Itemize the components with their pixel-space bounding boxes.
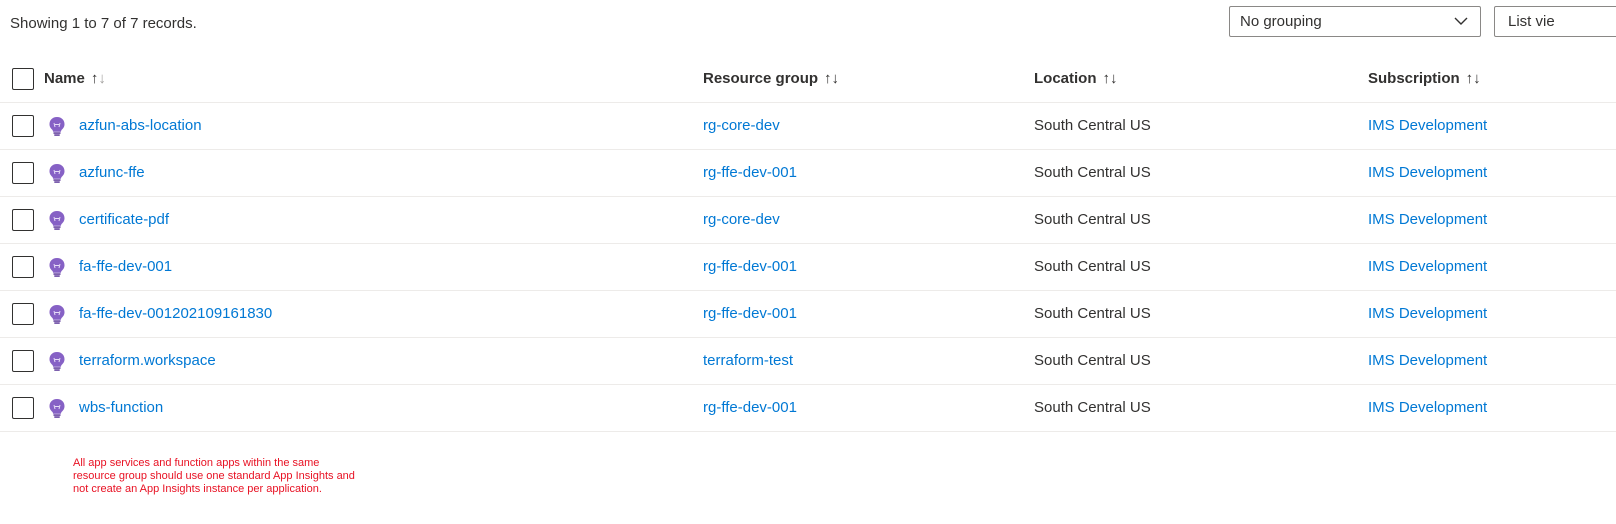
resource-grid: Name ↑↓ Resource group ↑↓ Location ↑↓ Subsc… [0, 56, 1616, 432]
column-header-resource-group-label: Resource group [703, 70, 819, 87]
table-row[interactable]: wbs-function rg-ffe-dev-001 South Centra… [0, 385, 1616, 432]
resource-name-link[interactable]: azfun-abs-location [79, 103, 202, 149]
row-checkbox[interactable] [12, 162, 34, 184]
grouping-selected-value: No grouping [1240, 13, 1322, 30]
row-checkbox[interactable] [12, 303, 34, 325]
subscription-link[interactable]: IMS Development [1368, 150, 1487, 196]
records-count: Showing 1 to 7 of 7 records. [10, 15, 197, 32]
location-text: South Central US [1034, 305, 1151, 322]
app-insights-lightbulb-icon [49, 117, 65, 136]
table-row[interactable]: fa-ffe-dev-001 rg-ffe-dev-001 South Cent… [0, 244, 1616, 291]
annotation-line: resource group should use one standard A… [73, 470, 355, 482]
resource-group-link[interactable]: terraform-test [703, 338, 793, 384]
sort-icon: ↑↓ [90, 70, 106, 87]
location-text: South Central US [1034, 164, 1151, 181]
sort-icon: ↑↓ [1465, 70, 1481, 87]
app-insights-lightbulb-icon [49, 399, 65, 418]
column-header-subscription-label: Subscription [1368, 70, 1460, 87]
subscription-link[interactable]: IMS Development [1368, 385, 1487, 431]
sort-icon: ↑↓ [1102, 70, 1118, 87]
row-checkbox[interactable] [12, 256, 34, 278]
row-checkbox[interactable] [12, 115, 34, 137]
resource-group-link[interactable]: rg-core-dev [703, 197, 780, 243]
table-row[interactable]: terraform.workspace terraform-test South… [0, 338, 1616, 385]
chevron-down-icon [1454, 17, 1468, 25]
table-row[interactable]: azfunc-ffe rg-ffe-dev-001 South Central … [0, 150, 1616, 197]
app-insights-lightbulb-icon [49, 352, 65, 371]
location-text: South Central US [1034, 211, 1151, 228]
resource-group-link[interactable]: rg-ffe-dev-001 [703, 291, 797, 337]
column-header-resource-group[interactable]: Resource group ↑↓ [703, 56, 839, 102]
location-text: South Central US [1034, 117, 1151, 134]
resource-name-link[interactable]: azfunc-ffe [79, 150, 145, 196]
column-header-name-label: Name [44, 70, 85, 87]
annotation-line: All app services and function apps withi… [73, 457, 320, 469]
row-checkbox[interactable] [12, 397, 34, 419]
table-row[interactable]: certificate-pdf rg-core-dev South Centra… [0, 197, 1616, 244]
subscription-link[interactable]: IMS Development [1368, 103, 1487, 149]
annotation-line: not create an App Insights instance per … [73, 483, 322, 495]
view-selected-value: List vie [1508, 13, 1555, 30]
resource-name-link[interactable]: fa-ffe-dev-001202109161830 [79, 291, 272, 337]
resource-name-link[interactable]: certificate-pdf [79, 197, 169, 243]
resource-group-link[interactable]: rg-core-dev [703, 103, 780, 149]
sort-icon: ↑↓ [824, 70, 840, 87]
table-body: azfun-abs-location rg-core-dev South Cen… [0, 103, 1616, 432]
subscription-link[interactable]: IMS Development [1368, 244, 1487, 290]
resource-name-link[interactable]: terraform.workspace [79, 338, 216, 384]
select-all-checkbox[interactable] [12, 68, 34, 90]
row-checkbox[interactable] [12, 209, 34, 231]
header-row: Name ↑↓ Resource group ↑↓ Location ↑↓ Subsc… [0, 56, 1616, 103]
subscription-link[interactable]: IMS Development [1368, 291, 1487, 337]
app-insights-lightbulb-icon [49, 211, 65, 230]
location-text: South Central US [1034, 399, 1151, 416]
row-checkbox[interactable] [12, 350, 34, 372]
view-dropdown[interactable]: List vie [1494, 6, 1616, 37]
column-header-location[interactable]: Location ↑↓ [1034, 56, 1118, 102]
table-row[interactable]: fa-ffe-dev-001202109161830 rg-ffe-dev-00… [0, 291, 1616, 338]
app-insights-lightbulb-icon [49, 258, 65, 277]
column-header-subscription[interactable]: Subscription ↑↓ [1368, 56, 1481, 102]
subscription-link[interactable]: IMS Development [1368, 197, 1487, 243]
annotation-note: All app services and function apps withi… [73, 457, 433, 496]
column-header-location-label: Location [1034, 70, 1097, 87]
resource-name-link[interactable]: fa-ffe-dev-001 [79, 244, 172, 290]
resource-name-link[interactable]: wbs-function [79, 385, 163, 431]
resource-group-link[interactable]: rg-ffe-dev-001 [703, 244, 797, 290]
app-insights-lightbulb-icon [49, 305, 65, 324]
app-insights-lightbulb-icon [49, 164, 65, 183]
resource-group-link[interactable]: rg-ffe-dev-001 [703, 385, 797, 431]
grouping-dropdown[interactable]: No grouping [1229, 6, 1481, 37]
column-header-name[interactable]: Name ↑↓ [44, 56, 106, 102]
location-text: South Central US [1034, 352, 1151, 369]
subscription-link[interactable]: IMS Development [1368, 338, 1487, 384]
location-text: South Central US [1034, 258, 1151, 275]
table-row[interactable]: azfun-abs-location rg-core-dev South Cen… [0, 103, 1616, 150]
resource-group-link[interactable]: rg-ffe-dev-001 [703, 150, 797, 196]
